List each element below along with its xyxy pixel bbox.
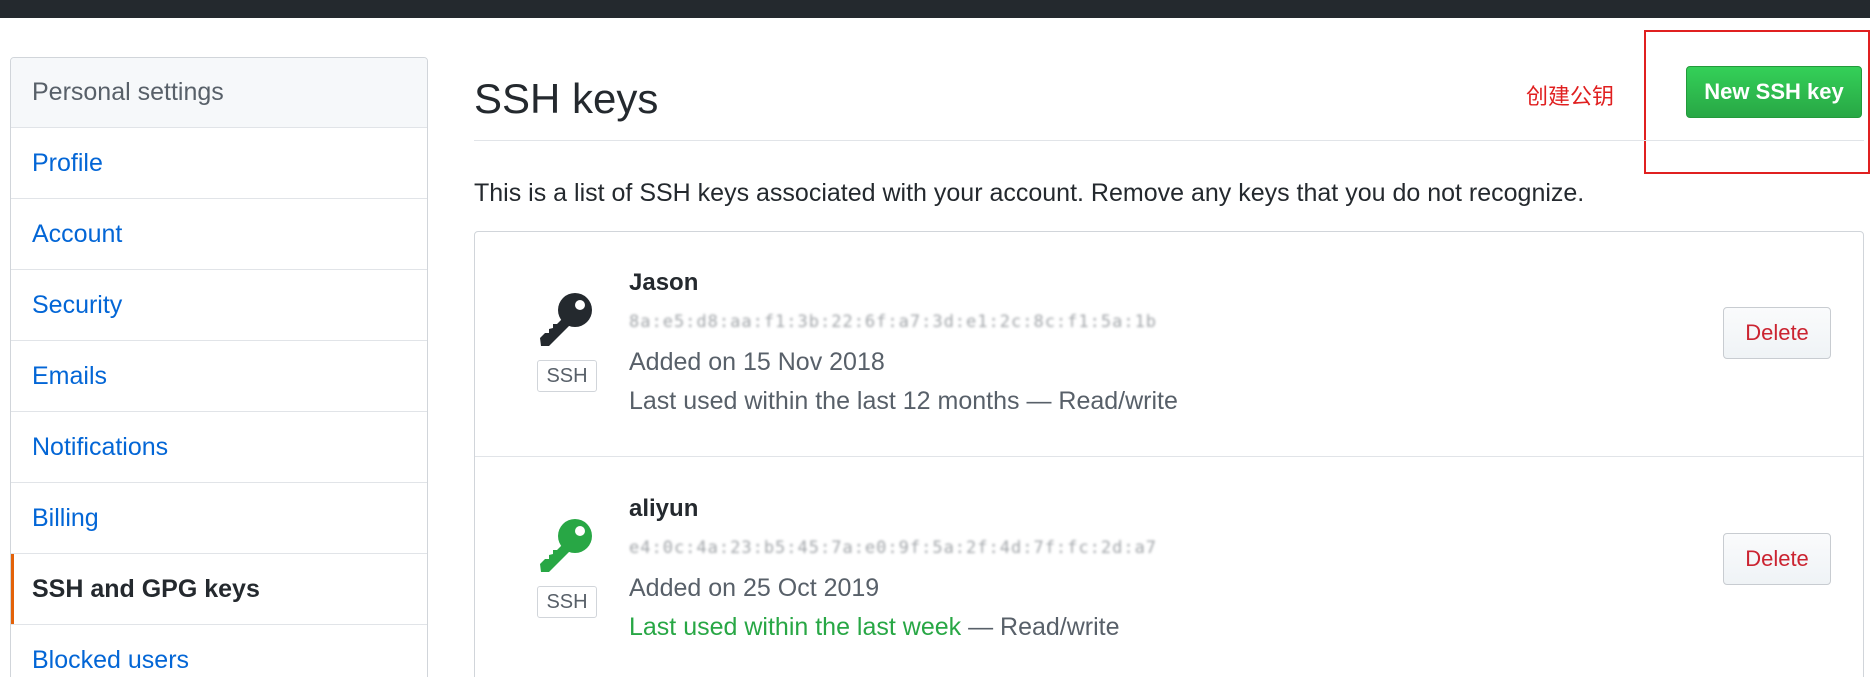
top-navbar xyxy=(0,0,1870,18)
key-added-date: Added on 25 Oct 2019 xyxy=(629,574,880,602)
header-divider xyxy=(474,140,1864,141)
ssh-badge: SSH xyxy=(537,360,597,392)
sidebar-item-blocked-users[interactable]: Blocked users xyxy=(11,625,427,677)
key-last-used-text: Last used within the last 12 months xyxy=(629,387,1020,415)
sidebar-item-account[interactable]: Account xyxy=(11,199,427,270)
sidebar-item-ssh-gpg-keys[interactable]: SSH and GPG keys xyxy=(11,554,427,625)
settings-sidebar: Personal settings Profile Account Securi… xyxy=(10,57,428,677)
sidebar-item-profile[interactable]: Profile xyxy=(11,128,427,199)
key-fingerprint: 8a:e5:d8:aa:f1:3b:22:6f:a7:3d:e1:2c:8c:f… xyxy=(629,312,1158,332)
key-added-date: Added on 15 Nov 2018 xyxy=(629,348,885,376)
ssh-keys-list: SSH Jason 8a:e5:d8:aa:f1:3b:22:6f:a7:3d:… xyxy=(474,231,1864,677)
annotation-label: 创建公钥 xyxy=(1526,84,1615,109)
key-access-level: — Read/write xyxy=(1019,387,1178,415)
sidebar-item-security[interactable]: Security xyxy=(11,270,427,341)
key-last-used: Last used within the last week — Read/wr… xyxy=(629,613,1120,642)
sidebar-item-emails[interactable]: Emails xyxy=(11,341,427,412)
key-last-used: Last used within the last 12 months — Re… xyxy=(629,387,1178,416)
page-title: SSH keys xyxy=(474,75,659,122)
key-icon xyxy=(537,514,597,574)
sidebar-header: Personal settings xyxy=(11,58,427,128)
key-access-level: — Read/write xyxy=(961,613,1120,641)
ssh-badge: SSH xyxy=(537,586,597,618)
key-icon xyxy=(537,288,597,348)
delete-key-button[interactable]: Delete xyxy=(1723,533,1831,585)
ssh-key-row: SSH Jason 8a:e5:d8:aa:f1:3b:22:6f:a7:3d:… xyxy=(475,232,1863,457)
delete-key-button[interactable]: Delete xyxy=(1723,307,1831,359)
sidebar-item-notifications[interactable]: Notifications xyxy=(11,412,427,483)
key-last-used-text: Last used within the last week xyxy=(629,613,962,641)
page-description: This is a list of SSH keys associated wi… xyxy=(474,179,1585,207)
ssh-key-row: SSH aliyun e4:0c:4a:23:b5:45:7a:e0:9f:5a… xyxy=(475,458,1863,677)
key-title: Jason xyxy=(629,269,699,296)
key-fingerprint: e4:0c:4a:23:b5:45:7a:e0:9f:5a:2f:4d:7f:f… xyxy=(629,538,1158,558)
key-title: aliyun xyxy=(629,495,699,522)
sidebar-item-billing[interactable]: Billing xyxy=(11,483,427,554)
new-ssh-key-button[interactable]: New SSH key xyxy=(1686,66,1862,118)
